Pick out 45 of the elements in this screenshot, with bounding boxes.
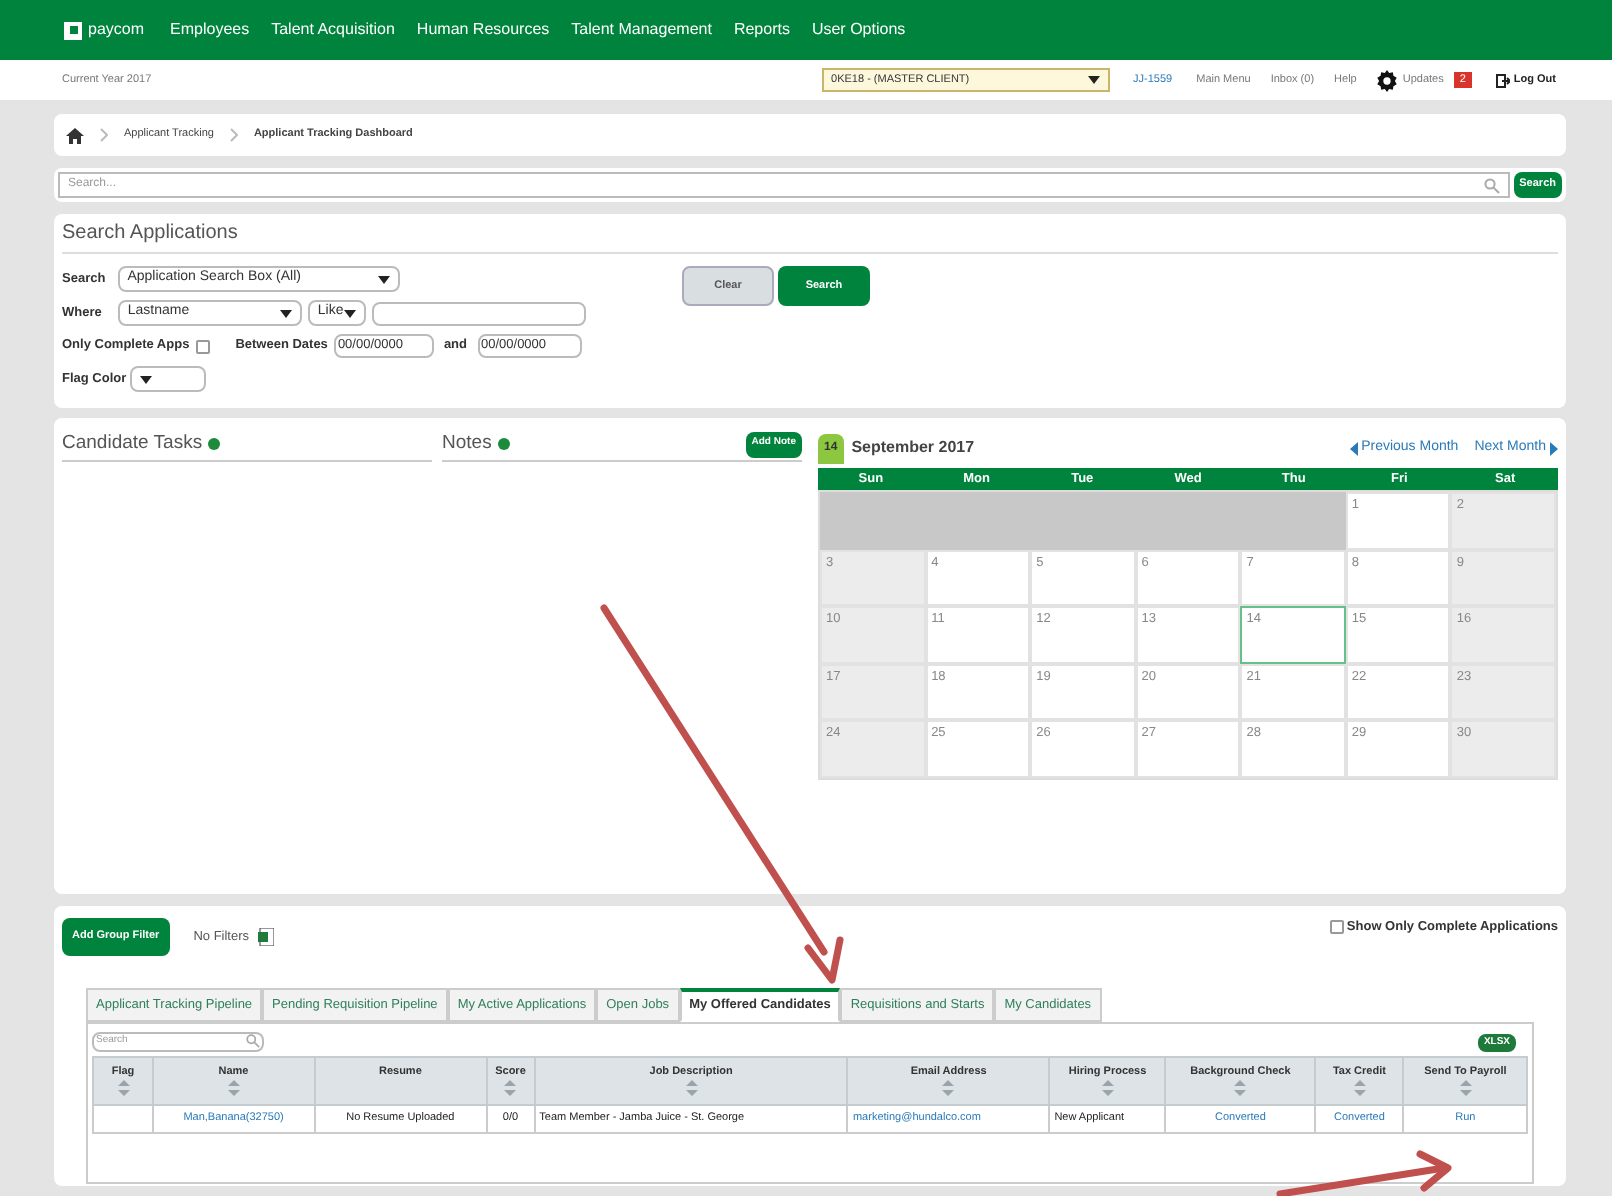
- home-icon[interactable]: [66, 127, 84, 143]
- sort-icon[interactable]: [685, 1080, 698, 1097]
- logout-icon[interactable]: [1495, 73, 1510, 87]
- where-input[interactable]: [371, 301, 586, 325]
- checkbox[interactable]: [1330, 920, 1345, 935]
- search-icon: [1483, 177, 1500, 193]
- sort-icon[interactable]: [1459, 1080, 1472, 1097]
- spreadsheet-icon[interactable]: [257, 928, 274, 946]
- caret-icon: [279, 309, 292, 317]
- logo-text[interactable]: paycom: [88, 18, 145, 42]
- blank-day-cell: [820, 492, 926, 549]
- help-icon[interactable]: [497, 438, 510, 450]
- nav-item[interactable]: Talent Management: [571, 18, 712, 42]
- right-triangle-icon[interactable]: [1550, 441, 1558, 455]
- logo-icon: [64, 21, 82, 39]
- panel-title: Search Applications: [62, 218, 1558, 254]
- chevron-icon: [229, 128, 238, 142]
- calendar-title: September 2017: [851, 436, 975, 460]
- caret-icon: [343, 309, 356, 317]
- nav-item[interactable]: Human Resources: [416, 18, 550, 42]
- sort-icon[interactable]: [227, 1080, 240, 1097]
- panel-title: Candidate Tasks: [62, 429, 203, 458]
- caret-icon: [377, 275, 390, 283]
- gear-icon[interactable]: [1376, 69, 1399, 91]
- panel-title: Notes: [442, 429, 492, 458]
- caret-icon: [1087, 76, 1100, 84]
- sort-icon[interactable]: [1353, 1080, 1366, 1097]
- sort-icon[interactable]: [942, 1080, 955, 1097]
- nav-item[interactable]: Employees: [170, 18, 250, 42]
- sort-icon[interactable]: [504, 1080, 517, 1097]
- caret-icon: [140, 375, 153, 383]
- help-icon[interactable]: [208, 438, 221, 450]
- nav-item[interactable]: Talent Acquisition: [271, 18, 395, 42]
- sort-icon[interactable]: [1101, 1080, 1114, 1097]
- search-icon: [246, 1034, 260, 1048]
- checkbox[interactable]: [195, 339, 210, 353]
- sort-icon[interactable]: [117, 1080, 129, 1097]
- blank-day-cell: [1240, 492, 1346, 549]
- flag-color-select[interactable]: [130, 366, 207, 392]
- left-triangle-icon[interactable]: [1349, 441, 1358, 455]
- nav-item[interactable]: User Options: [811, 18, 906, 42]
- table-cell: [93, 1105, 153, 1133]
- sort-icon[interactable]: [1234, 1080, 1247, 1097]
- nav-item[interactable]: Reports: [733, 18, 790, 42]
- chevron-icon: [100, 128, 108, 142]
